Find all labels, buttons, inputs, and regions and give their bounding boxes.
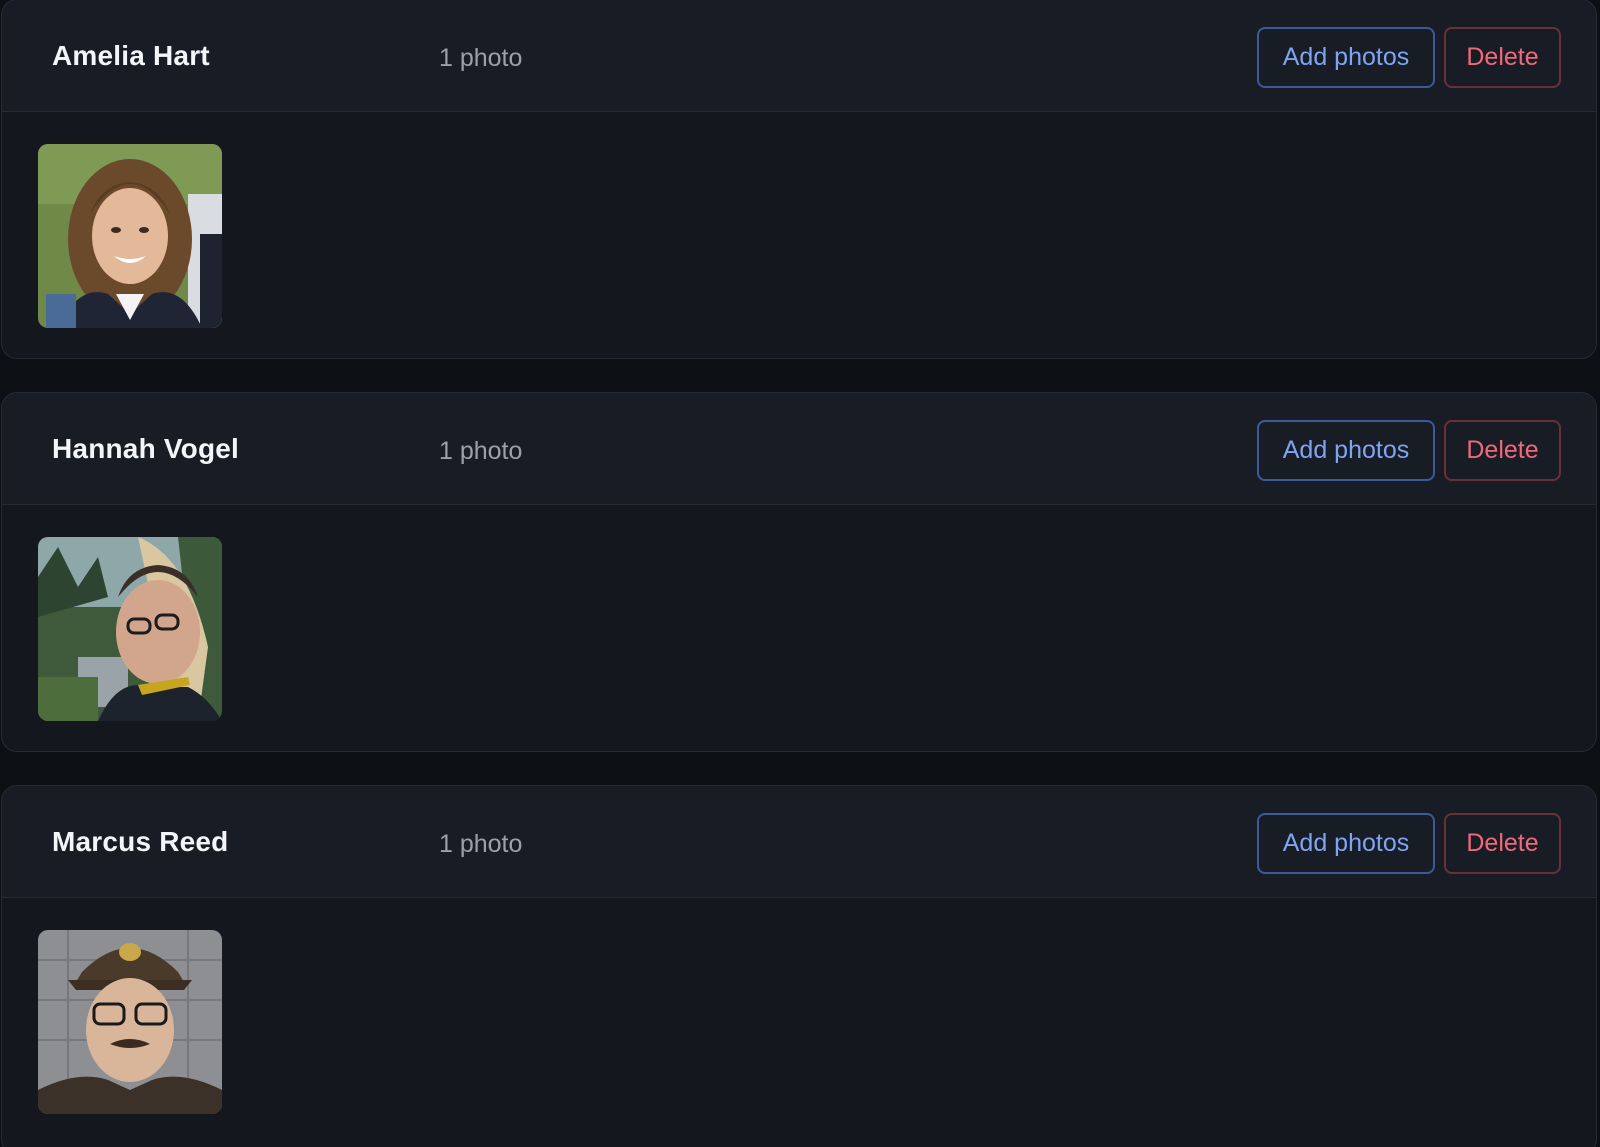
photo-count: 1 photo [439,830,523,858]
people-list: Amelia Hart 1 photo Add photos Delete Ha… [0,0,1600,1147]
person-card-header: Amelia Hart 1 photo Add photos Delete [2,0,1596,112]
add-photos-button[interactable]: Add photos [1257,420,1435,481]
person-actions: Add photos Delete [1257,813,1561,874]
photo-grid [2,898,1596,1114]
portrait-image [38,144,222,328]
add-photos-button[interactable]: Add photos [1257,813,1435,874]
person-name: Amelia Hart [52,40,210,71]
person-card: Hannah Vogel 1 photo Add photos Delete [1,392,1597,752]
person-card: Marcus Reed 1 photo Add photos Delete [1,785,1597,1147]
delete-button[interactable]: Delete [1444,813,1561,874]
photo-count: 1 photo [439,44,523,72]
photo-grid [2,112,1596,328]
person-actions: Add photos Delete [1257,27,1561,88]
person-actions: Add photos Delete [1257,420,1561,481]
person-card-header: Marcus Reed 1 photo Add photos Delete [2,786,1596,898]
photo-grid [2,505,1596,721]
delete-button[interactable]: Delete [1444,420,1561,481]
person-card-header: Hannah Vogel 1 photo Add photos Delete [2,393,1596,505]
person-name: Hannah Vogel [52,433,240,464]
person-name: Marcus Reed [52,826,229,857]
portrait-image [38,930,222,1114]
photo-thumbnail[interactable] [38,537,222,721]
add-photos-button[interactable]: Add photos [1257,27,1435,88]
photo-count: 1 photo [439,437,523,465]
delete-button[interactable]: Delete [1444,27,1561,88]
photo-thumbnail[interactable] [38,144,222,328]
photo-thumbnail[interactable] [38,930,222,1114]
person-card: Amelia Hart 1 photo Add photos Delete [1,0,1597,359]
portrait-image [38,537,222,721]
